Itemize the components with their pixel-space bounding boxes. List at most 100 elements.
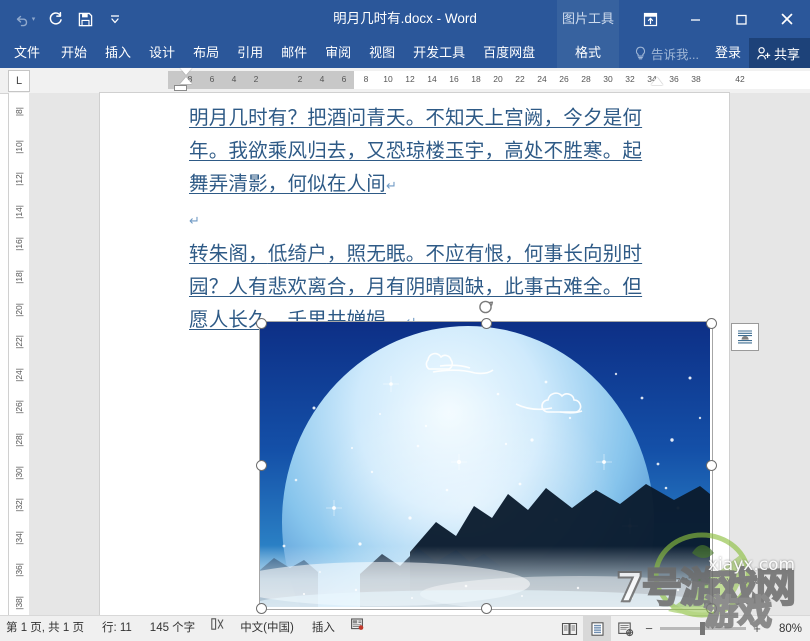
macro-record-button[interactable] (344, 616, 370, 641)
tell-me-box[interactable]: 告诉我... (626, 38, 707, 68)
tab-mailings[interactable]: 邮件 (272, 38, 316, 68)
tab-developer[interactable]: 开发工具 (404, 38, 474, 68)
picture-artwork (260, 322, 710, 607)
view-web-layout-button[interactable] (611, 616, 639, 641)
ribbon-display-options-button[interactable] (628, 0, 672, 38)
redo-button[interactable] (40, 5, 70, 33)
contextual-tab-group-label: 图片工具 (557, 0, 619, 38)
resize-handle-bottom-left[interactable] (255, 602, 267, 614)
web-layout-icon (617, 621, 633, 636)
save-icon (78, 12, 92, 26)
vertical-ruler[interactable]: |8| |10| |12| |14| |16| |18| |20| |22| |24| |26| |… (8, 93, 30, 616)
tab-baidu-netdisk[interactable]: 百度网盘 (474, 38, 544, 68)
tab-insert[interactable]: 插入 (96, 38, 140, 68)
paragraph-2-spell-error: 低绮户 (267, 242, 327, 265)
zoom-slider-thumb[interactable] (700, 622, 705, 635)
view-read-mode-button[interactable] (555, 616, 583, 641)
ruler-tick-label: 4 (319, 74, 325, 84)
view-print-layout-button[interactable] (583, 616, 611, 641)
proofing-status-button[interactable] (204, 616, 231, 641)
vertical-ruler-tick-label: |36| (14, 563, 24, 578)
minimize-button[interactable] (672, 0, 718, 38)
vertical-ruler-tick-label: |30| (14, 465, 24, 480)
ruler-tick-label: 16 (449, 74, 459, 84)
status-bar-right: − + 80% (555, 616, 810, 641)
paragraph-1[interactable]: 明月几时有？把酒问青天。不知天上宫阙，今夕是何年。我欲乘风归去，又恐琼楼玉宇，高… (189, 101, 649, 202)
document-page[interactable]: 明月几时有？把酒问青天。不知天上宫阙，今夕是何年。我欲乘风归去，又恐琼楼玉宇，高… (100, 93, 759, 616)
resize-handle-bottom-center[interactable] (480, 602, 492, 614)
vertical-ruler-tick-label: |32| (14, 498, 24, 513)
share-person-icon (757, 46, 771, 59)
undo-dropdown-arrow[interactable]: ▾ (32, 16, 36, 23)
close-button[interactable] (764, 0, 810, 38)
share-label: 共享 (773, 46, 800, 62)
right-indent-marker[interactable] (651, 77, 663, 85)
macro-record-icon (350, 618, 364, 630)
first-line-indent-marker[interactable] (180, 68, 192, 75)
layout-options-icon (738, 330, 752, 344)
zoom-in-button[interactable]: + (751, 621, 763, 636)
tab-references[interactable]: 引用 (228, 38, 272, 68)
zoom-controls: − + 80% (639, 616, 810, 641)
paragraph-blank[interactable]: ↵ (189, 202, 649, 237)
resize-handle-top-center[interactable] (480, 317, 492, 329)
vertical-ruler-tick-label: |18| (14, 270, 24, 284)
ribbon-tab-strip: 文件 开始 插入 设计 布局 引用 邮件 审阅 视图 开发工具 百度网盘 格式 … (0, 38, 810, 68)
hanging-indent-marker[interactable] (180, 77, 192, 84)
tell-me-label: 告诉我... (651, 47, 699, 62)
share-button[interactable]: 共享 (748, 38, 810, 68)
tab-layout[interactable]: 布局 (184, 38, 228, 68)
rotate-handle[interactable] (476, 298, 494, 316)
tab-picture-format[interactable]: 格式 (557, 38, 619, 68)
tab-design[interactable]: 设计 (140, 38, 184, 68)
ribbon-right-controls: 告诉我... 登录 共享 (626, 38, 810, 68)
ruler-tick-label: 36 (669, 74, 679, 84)
ruler-tick-label: 38 (691, 74, 701, 84)
document-workspace: 明月几时有？把酒问青天。不知天上宫阙，今夕是何年。我欲乘风归去，又恐琼楼玉宇，高… (29, 93, 810, 616)
ruler-tick-label: 14 (427, 74, 437, 84)
maximize-icon (735, 14, 747, 25)
document-text-body[interactable]: 明月几时有？把酒问青天。不知天上宫阙，今夕是何年。我欲乘风归去，又恐琼楼玉宇，高… (189, 101, 649, 338)
tab-file[interactable]: 文件 (0, 38, 52, 68)
resize-handle-top-right[interactable] (705, 317, 717, 329)
ruler-tick-label: 12 (405, 74, 415, 84)
window-controls (628, 0, 810, 38)
lightbulb-icon (636, 46, 646, 60)
picture-moon-night-sky[interactable] (260, 322, 710, 607)
resize-handle-top-left[interactable] (255, 317, 267, 329)
vertical-ruler-tick-label: |8| (14, 107, 24, 117)
vertical-ruler-tick-label: |16| (14, 237, 24, 252)
word-count[interactable]: 145 个字 (141, 616, 204, 641)
ruler-tick-label: 2 (253, 74, 259, 84)
insert-mode-indicator[interactable]: 插入 (303, 616, 344, 641)
customize-quick-access-button[interactable] (100, 5, 130, 33)
resize-handle-bottom-right[interactable] (705, 602, 717, 614)
line-indicator[interactable]: 行: 11 (93, 616, 141, 641)
vertical-ruler-tick-label: |14| (14, 204, 24, 219)
resize-handle-middle-left[interactable] (255, 459, 267, 471)
page-indicator[interactable]: 第 1 页, 共 1 页 (0, 616, 93, 641)
zoom-slider[interactable] (660, 622, 746, 635)
vertical-ruler-tick-label: |12| (14, 172, 24, 187)
zoom-percentage[interactable]: 80% (768, 623, 802, 635)
sign-in-button[interactable]: 登录 (707, 38, 749, 68)
tab-view[interactable]: 视图 (360, 38, 404, 68)
maximize-button[interactable] (718, 0, 764, 38)
tab-review[interactable]: 审阅 (316, 38, 360, 68)
selected-picture-container[interactable] (255, 300, 717, 614)
layout-options-button[interactable] (731, 323, 759, 351)
tab-stop-selector[interactable]: L (8, 70, 30, 92)
tab-home[interactable]: 开始 (52, 38, 96, 68)
zoom-out-button[interactable]: − (643, 621, 655, 636)
ruler-tick-label: 42 (735, 74, 745, 84)
resize-handle-middle-right[interactable] (705, 459, 717, 471)
undo-button[interactable]: ▾ (10, 5, 40, 33)
paragraph-2-text-a: 转朱阁， (189, 242, 268, 265)
language-indicator[interactable]: 中文(中国) (231, 616, 303, 641)
proofing-icon (211, 618, 224, 630)
save-button[interactable] (70, 5, 100, 33)
left-indent-marker[interactable] (174, 85, 187, 91)
title-bar: ▾ 明月几时有.docx - Word 图片工具 (0, 0, 810, 38)
read-mode-icon (561, 622, 577, 635)
ruler-tick-label: 8 (363, 74, 369, 84)
